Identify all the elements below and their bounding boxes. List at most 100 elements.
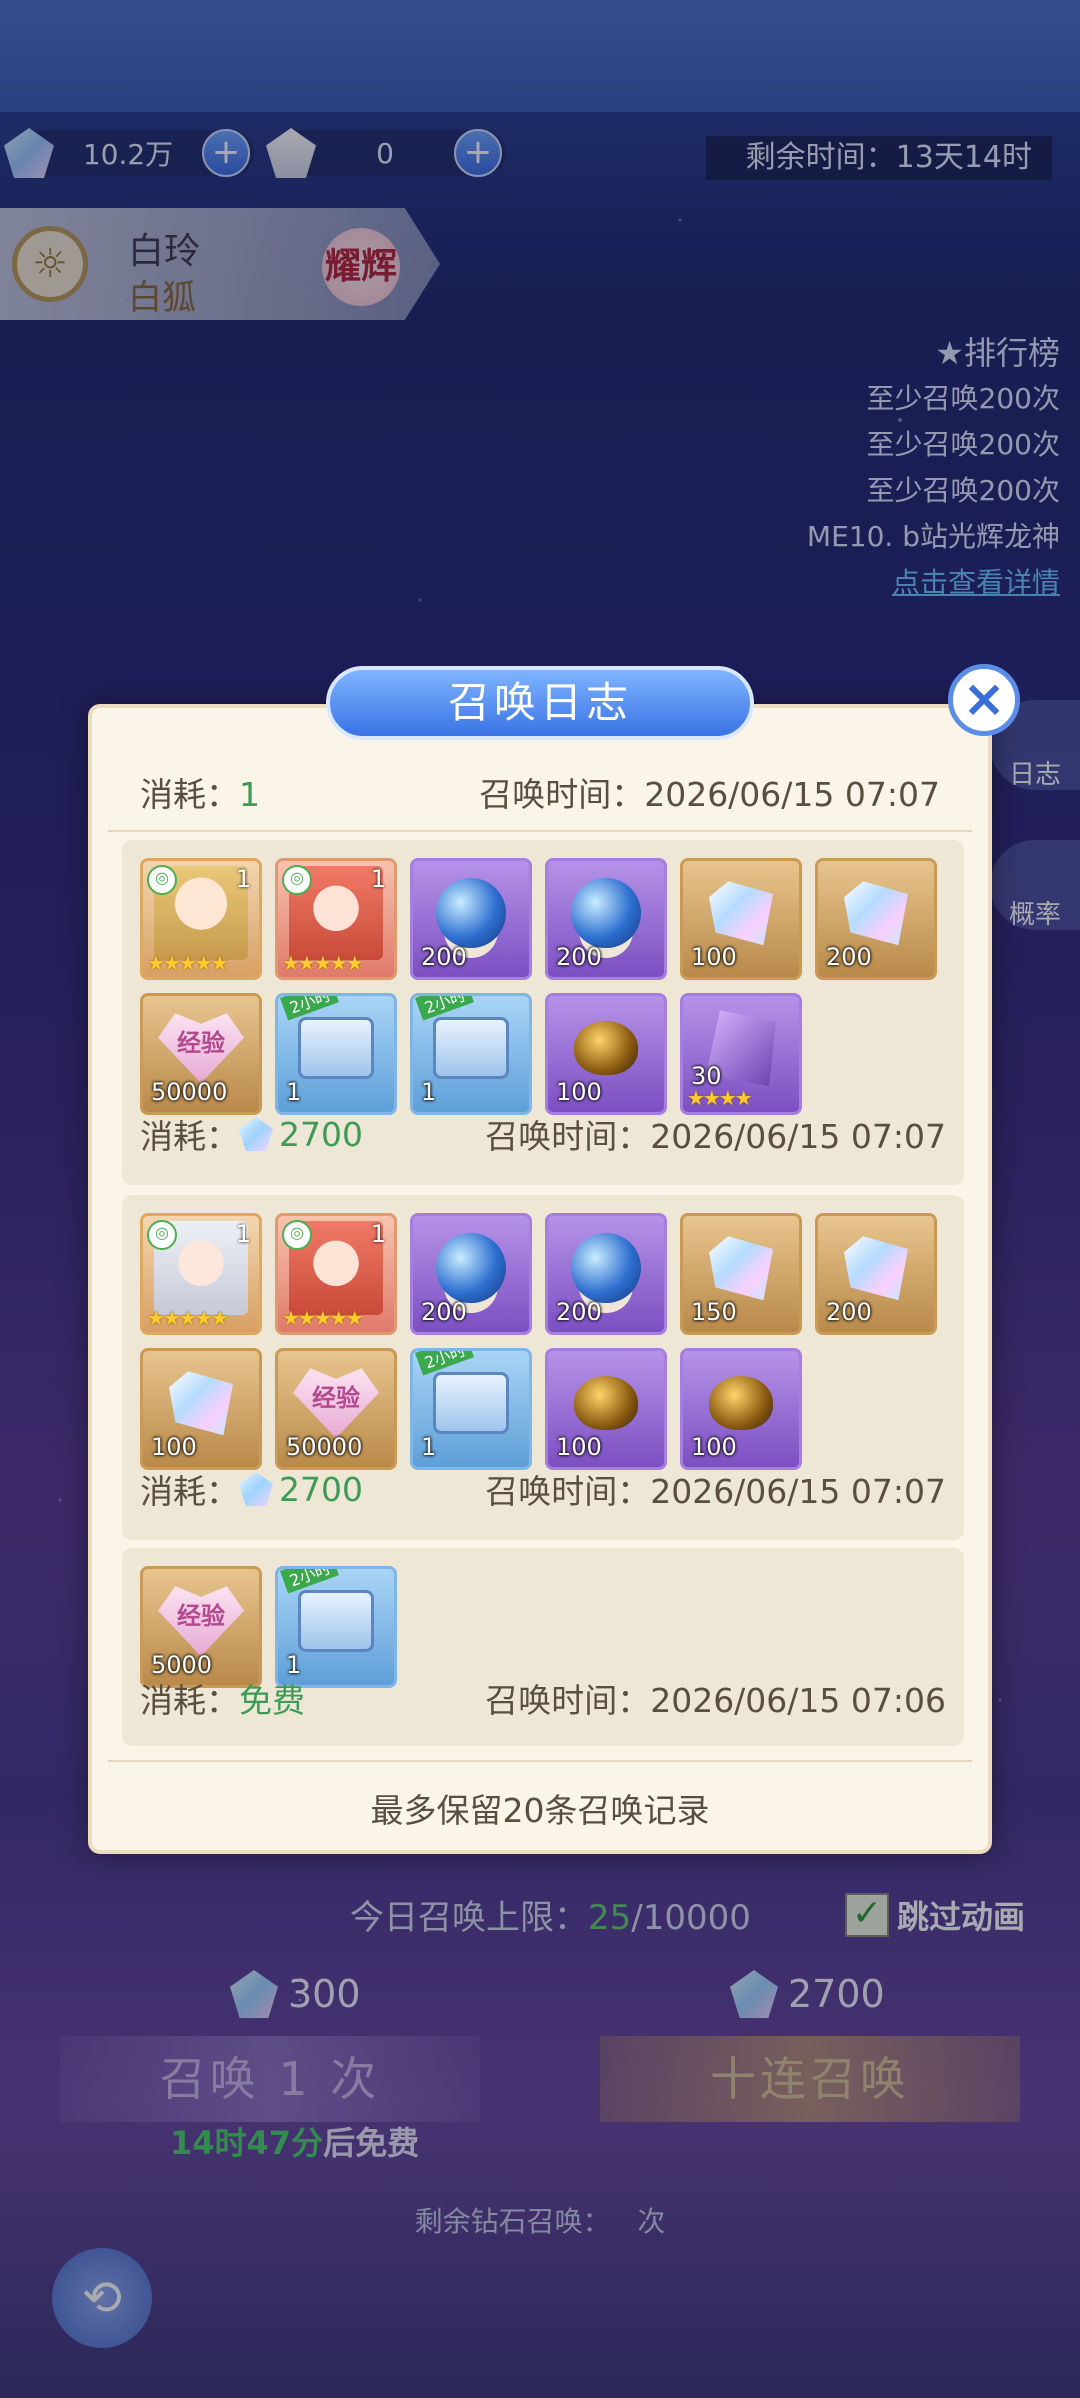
egg-icon [709,1376,773,1431]
record-time: 召唤时间：2026/06/15 07:07 [485,1117,946,1156]
crystal-icon [844,881,908,946]
reward-item-exp[interactable]: 经验 50000 [140,993,262,1115]
star-rating: ★★★★★ [147,951,229,975]
item-count: 100 [691,1433,737,1461]
reward-item-egg[interactable]: 100 [680,1348,802,1470]
record-footer: 消耗： 免费 召唤时间：2026/06/15 07:06 [140,1674,946,1722]
crystal-icon [169,1371,233,1436]
item-count: 50000 [286,1433,363,1461]
cost-label: 消耗： [140,1681,239,1720]
reward-item-chest[interactable]: 2小时 1 [410,993,532,1115]
crystal-icon [709,881,773,946]
item-count: 200 [556,943,602,971]
reward-grid: 经验 5000 2小时 1 [140,1566,937,1688]
diamond-icon [239,1117,273,1151]
egg-icon [574,1021,638,1076]
item-count: 1 [235,1220,251,1248]
cost-value: 2700 [279,1469,363,1509]
record-footer: 消耗： 2700 召唤时间：2026/06/15 07:07 [140,1110,946,1158]
divider [108,1760,972,1762]
star-rating: ★★★★ [687,1086,753,1110]
reward-item-exp[interactable]: 经验 5000 [140,1566,262,1688]
diamond-icon [239,1472,273,1506]
reward-item-egg[interactable]: 100 [545,1348,667,1470]
reward-item-egg[interactable]: 100 [545,993,667,1115]
reward-item-crystal[interactable]: 100 [140,1348,262,1470]
reward-item-crystal[interactable]: 150 [680,1213,802,1335]
item-count: 200 [826,943,872,971]
orb-icon [571,1233,641,1304]
item-count: 150 [691,1298,737,1326]
star-rating: ★★★★★ [282,951,364,975]
item-count: 100 [556,1078,602,1106]
top-time: 召唤时间：2026/06/15 07:07 [479,775,940,814]
log-row-top: 消耗：1 召唤时间：2026/06/15 07:07 [140,768,940,816]
class-badge-icon: ◎ [282,865,312,895]
crystal-icon [709,1236,773,1301]
item-count: 1 [370,1220,386,1248]
item-count: 200 [826,1298,872,1326]
item-count: 200 [556,1298,602,1326]
reward-item-chest[interactable]: 2小时 1 [275,993,397,1115]
reward-item-hero2[interactable]: ◎ 1 ★★★★★ [275,858,397,980]
divider [108,830,972,832]
cost-value: 免费 [239,1681,305,1720]
summon-record: 经验 5000 2小时 1 消耗： 免费 召唤时间：2026/06/15 07:06 [122,1548,964,1746]
cost-label: 消耗： [140,1472,239,1511]
chest-icon [433,1372,509,1435]
reward-item-exp[interactable]: 经验 50000 [275,1348,397,1470]
orb-icon [571,878,641,949]
chest-icon [298,1590,374,1653]
item-count: 50000 [151,1078,228,1106]
record-time: 召唤时间：2026/06/15 07:07 [485,1472,946,1511]
exp-icon: 经验 [158,1586,244,1657]
cost-value: 2700 [279,1114,363,1154]
reward-grid: ◎ 1 ★★★★★ ◎ 1 ★★★★★ 200 200 100 200 经验 50000 2小时 1 2小时… [140,858,937,1115]
top-cost-value: 1 [239,775,260,814]
chest-icon [298,1017,374,1080]
top-cost: 消耗：1 [140,768,260,816]
item-count: 1 [421,1433,437,1461]
orb-icon [436,1233,506,1304]
class-badge-icon: ◎ [147,865,177,895]
log-limit-note: 最多保留20条召唤记录 [370,1791,710,1830]
item-count: 1 [235,865,251,893]
item-count: 1 [421,1078,437,1106]
cost-label: 消耗： [140,1117,239,1156]
exp-icon: 经验 [158,1013,244,1084]
reward-item-hero3[interactable]: ◎ 1 ★★★★★ [140,1213,262,1335]
item-count: 1 [286,1078,302,1106]
chest-icon [433,1017,509,1080]
reward-item-hero2[interactable]: ◎ 1 ★★★★★ [275,1213,397,1335]
item-count: 100 [556,1433,602,1461]
record-cost: 消耗： 免费 [140,1674,305,1722]
top-cost-label: 消耗： [140,775,239,814]
record-cost: 消耗： 2700 [140,1465,363,1513]
reward-item-shard[interactable]: 30 ★★★★ [680,993,802,1115]
reward-item-hero[interactable]: ◎ 1 ★★★★★ [140,858,262,980]
record-cost: 消耗： 2700 [140,1110,363,1158]
reward-item-orb[interactable]: 200 [545,1213,667,1335]
record-footer: 消耗： 2700 召唤时间：2026/06/15 07:07 [140,1465,946,1513]
reward-item-orb[interactable]: 200 [410,1213,532,1335]
record-time: 召唤时间：2026/06/15 07:06 [485,1681,946,1720]
item-count: 100 [691,943,737,971]
reward-item-orb[interactable]: 200 [410,858,532,980]
reward-grid: ◎ 1 ★★★★★ ◎ 1 ★★★★★ 200 200 150 200 100 经验 50000 2小时 1… [140,1213,937,1470]
reward-item-orb[interactable]: 200 [545,858,667,980]
star-rating: ★★★★★ [282,1306,364,1330]
dialog-title: 召唤日志 [326,666,754,740]
class-badge-icon: ◎ [282,1220,312,1250]
item-count: 200 [421,1298,467,1326]
reward-item-crystal[interactable]: 200 [815,1213,937,1335]
reward-item-chest[interactable]: 2小时 1 [275,1566,397,1688]
reward-item-crystal[interactable]: 200 [815,858,937,980]
item-count: 1 [370,865,386,893]
item-count: 200 [421,943,467,971]
crystal-icon [844,1236,908,1301]
summon-record: ◎ 1 ★★★★★ ◎ 1 ★★★★★ 200 200 100 200 经验 50000 2小时 1 2小时… [122,840,964,1185]
reward-item-chest[interactable]: 2小时 1 [410,1348,532,1470]
reward-item-crystal[interactable]: 100 [680,858,802,980]
close-icon[interactable]: × [948,664,1020,736]
item-count: 100 [151,1433,197,1461]
